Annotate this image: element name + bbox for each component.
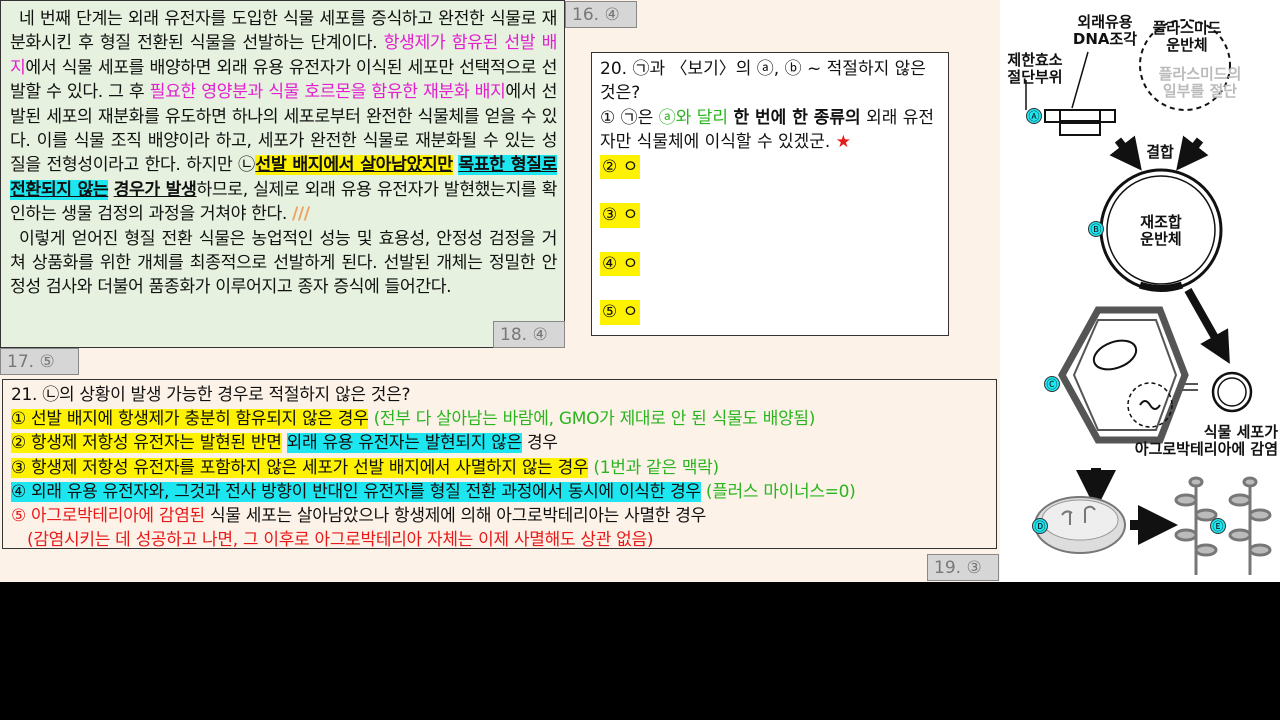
question-20: 20. ㉠과 〈보기〉의 ⓐ, ⓑ ~ 적절하지 않은 것은? ① ㉠은 ⓐ와 … (591, 52, 949, 336)
q21-o3-text: ③ 항생제 저항성 유전자를 포함하지 않은 세포가 선발 배지에서 사멸하지 … (11, 457, 589, 478)
answer-tag-18: 18. ④ (493, 321, 565, 348)
q21-option-2: ② 항생제 저항성 유전자는 발현된 반면 외래 유용 유전자는 발현되지 않은… (11, 431, 988, 455)
q21-o1-note: (전부 다 살아남는 바람에, GMO가 제대로 안 된 식물도 배양됨) (368, 409, 816, 430)
marker-c: Ⓒ (1044, 376, 1060, 392)
q20-option-4: ④ ㅇ (600, 251, 641, 277)
star-icon: ★ (835, 132, 851, 153)
q20-option-5: ⑤ ㅇ (600, 300, 641, 325)
label-plasmid-cut: 플라스미드의 일부를 절단 (1158, 65, 1242, 100)
q21-option-5: ⑤ 아그로박테리아에 감염된 식물 세포는 살아남았으나 항생제에 의해 아그로… (11, 504, 988, 528)
label-agrobacterium-infection: 식물 세포가 아그로박테리아에 감염 (1134, 423, 1278, 458)
passage-paragraph-1: 네 번째 단계는 외래 유전자를 도입한 식물 세포를 증식하고 완전한 식물로… (10, 7, 557, 227)
passage-run: 선발 배지에서 살아남았지만 (255, 155, 453, 176)
answer-tag-17: 17. ⑤ (0, 348, 79, 375)
q21-o3-note: (1번과 같은 맥락) (588, 457, 719, 478)
reading-passage: 네 번째 단계는 외래 유전자를 도입한 식물 세포를 증식하고 완전한 식물로… (0, 0, 565, 348)
label-restriction-site: 제한효소 절단부위 (1007, 51, 1063, 86)
q21-option-1: ① 선발 배지에 항생제가 충분히 함유되지 않은 경우 (전부 다 살아남는 … (11, 407, 988, 431)
q21-o2-a: ② 항생제 저항성 유전자는 발현된 반면 (11, 433, 282, 454)
q20-option-2: ② ㅇ (600, 154, 641, 180)
q21-stem: 21. ㉡의 상황이 발생 가능한 경우로 적절하지 않은 것은? (11, 385, 411, 405)
q21-o5-a: ⑤ 아그로박테리아에 감염된 (11, 506, 205, 527)
label-foreign-dna: 외래유용 DNA조각 (1072, 13, 1138, 48)
gmo-process-figure: 외래유용 DNA조각 플라스미드 운반체 제한효소 절단부위 플라스미드의 일부… (1000, 0, 1280, 582)
question-21: 21. ㉡의 상황이 발생 가능한 경우로 적절하지 않은 것은? ① 선발 배… (2, 379, 997, 551)
passage-run: 경우가 발생 (113, 179, 197, 200)
marker-d: Ⓓ (1032, 518, 1048, 534)
marker-b: Ⓑ (1088, 221, 1104, 237)
q20-o1-text: ① ㉠은 (600, 107, 659, 128)
q20-option-1: ① ㉠은 ⓐ와 달리 한 번에 한 종류의 외래 유전자만 식물체에 이식할 수… (600, 106, 940, 155)
q20-option-3: ③ ㅇ (600, 203, 641, 228)
q21-o2-c: 외래 유용 유전자는 발현되지 않은 (286, 433, 522, 454)
q20-o1-bold: 한 번에 한 종류의 (733, 107, 861, 128)
q21-o4-text: ④ 외래 유용 유전자와, 그것과 전사 방향이 반대인 유전자를 형질 전환 … (11, 481, 701, 502)
label-plasmid: 플라스미드 운반체 (1152, 19, 1222, 54)
slash-mark-icon: /// (292, 204, 310, 225)
slide: 네 번째 단계는 외래 유전자를 도입한 식물 세포를 증식하고 완전한 식물로… (0, 0, 1000, 582)
answer-tag-16: 16. ④ (565, 1, 637, 28)
passage-paragraph-2: 이렇게 얻어진 형질 전환 식물은 농업적인 성능 및 효용성, 안정성 검정을… (10, 228, 557, 298)
q21-o4-note: (플러스 마이너스=0) (700, 481, 856, 502)
label-recombinant-vector: 재조합 운반체 (1140, 213, 1182, 248)
q20-o1-green: ⓐ와 달리 (658, 107, 729, 128)
marker-a: Ⓐ (1026, 108, 1042, 124)
q21-option-3: ③ 항생제 저항성 유전자를 포함하지 않은 세포가 선발 배지에서 사멸하지 … (11, 456, 988, 480)
label-combine: 결합 (1146, 143, 1174, 161)
passage-run: 필요한 영양분과 식물 호르몬을 함유한 재분화 배지 (149, 82, 506, 103)
answer-tag-19: 19. ③ (927, 554, 999, 581)
q21-o2-space (282, 433, 287, 453)
q21-option-5-note: (감염시키는 데 성공하고 나면, 그 이후로 아그로박테리아 자체는 이제 사… (27, 530, 654, 551)
q21-o2-d: 경우 (521, 433, 558, 454)
q21-option-4: ④ 외래 유용 유전자와, 그것과 전사 방향이 반대인 유전자를 형질 전환 … (11, 480, 988, 504)
marker-e: Ⓔ (1210, 518, 1226, 534)
q20-stem: 20. ㉠과 〈보기〉의 ⓐ, ⓑ ~ 적절하지 않은 것은? (600, 59, 926, 104)
q21-o5-b: 식물 세포는 살아남았으나 항생제에 의해 아그로박테리아는 사멸한 경우 (204, 506, 706, 527)
q21-o1-text: ① 선발 배지에 항생제가 충분히 함유되지 않은 경우 (11, 409, 369, 430)
